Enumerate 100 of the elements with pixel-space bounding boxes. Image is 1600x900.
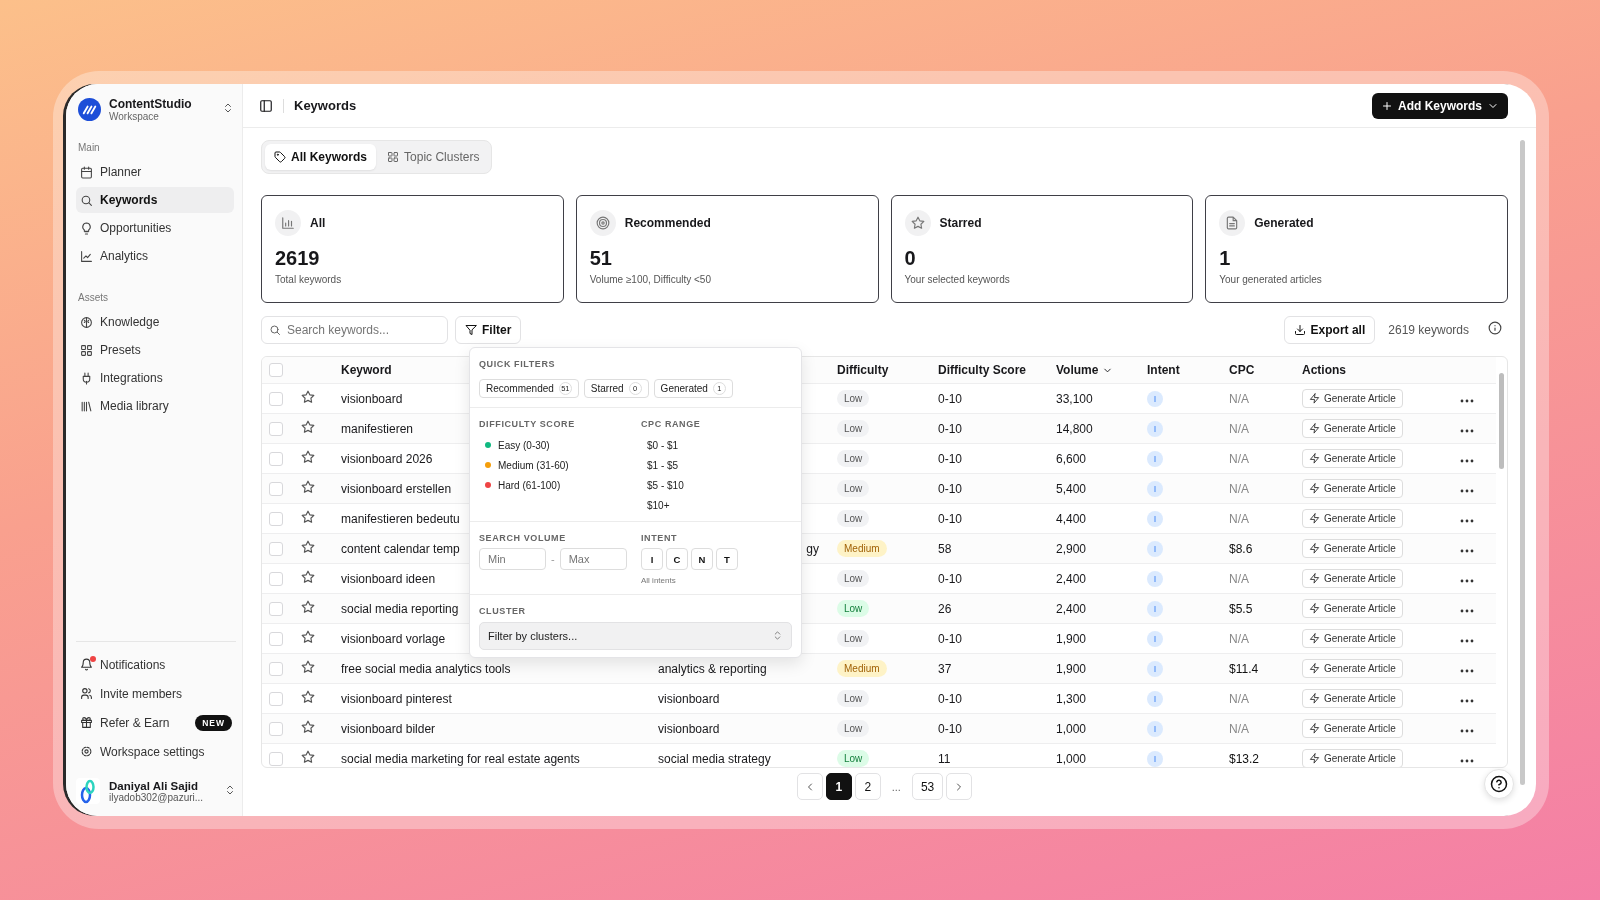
cpc-option[interactable]: $5 - $10 (641, 478, 792, 492)
volume-cell: 2,400 (1056, 571, 1087, 586)
star-icon[interactable] (301, 660, 315, 674)
generate-article-button[interactable]: Generate Article (1302, 749, 1403, 767)
sidebar-item[interactable]: Opportunities (76, 215, 234, 241)
generate-article-button[interactable]: Generate Article (1302, 419, 1403, 438)
generate-article-button[interactable]: Generate Article (1302, 479, 1403, 498)
max-field[interactable]: Max (559, 548, 627, 570)
more-icon[interactable] (1460, 398, 1474, 403)
more-icon[interactable] (1460, 428, 1474, 433)
checkbox[interactable] (269, 691, 283, 706)
checkbox[interactable] (269, 721, 283, 736)
sidebar-item[interactable]: Planner (76, 159, 234, 185)
add-keywords-button[interactable]: Add Keywords (1372, 92, 1508, 119)
more-icon[interactable] (1460, 608, 1474, 613)
tab[interactable]: All Keywords (265, 144, 377, 170)
grid-icon (387, 151, 400, 163)
more-icon[interactable] (1460, 518, 1474, 523)
checkbox[interactable] (269, 421, 283, 436)
page-button[interactable]: 53 (911, 773, 944, 800)
intent-toggle[interactable]: T (716, 548, 738, 570)
cluster-select[interactable]: Filter by clusters... (479, 622, 792, 650)
star-icon[interactable] (301, 450, 315, 464)
checkbox[interactable] (269, 601, 283, 616)
star-icon[interactable] (301, 600, 315, 614)
column-header[interactable]: Volume (1056, 363, 1114, 377)
checkbox[interactable] (269, 451, 283, 466)
search-field[interactable]: Search keywords... (261, 316, 448, 344)
sidebar-item[interactable]: Media library (76, 393, 234, 419)
more-icon[interactable] (1460, 488, 1474, 493)
filter-button[interactable]: Filter (455, 316, 522, 344)
star-icon[interactable] (301, 690, 315, 704)
sidebar-item[interactable]: Keywords (76, 187, 234, 213)
tab[interactable]: Topic Clusters (378, 144, 489, 170)
page-button[interactable]: 1 (825, 773, 852, 800)
intent-toggle[interactable]: I (641, 548, 663, 570)
checkbox[interactable] (269, 511, 283, 526)
cpc-option[interactable]: $10+ (641, 498, 792, 512)
generate-article-button[interactable]: Generate Article (1302, 569, 1403, 588)
more-icon[interactable] (1460, 548, 1474, 553)
scrollbar-thumb[interactable] (1499, 373, 1504, 469)
checkbox[interactable] (269, 481, 283, 496)
export-button[interactable]: Export all (1283, 316, 1376, 344)
generate-article-button[interactable]: Generate Article (1302, 509, 1403, 528)
more-icon[interactable] (1460, 578, 1474, 583)
star-icon[interactable] (301, 570, 315, 584)
generate-article-button[interactable]: Generate Article (1302, 599, 1403, 618)
more-icon[interactable] (1460, 698, 1474, 703)
star-icon[interactable] (301, 750, 315, 764)
checkbox[interactable] (269, 751, 283, 766)
stat-caption: Volume ≥100, Difficulty <50 (589, 274, 712, 285)
intent-toggle[interactable]: C (666, 548, 688, 570)
help-button[interactable] (1484, 769, 1514, 799)
generate-article-button[interactable]: Generate Article (1302, 719, 1403, 738)
sidebar-item[interactable]: Analytics (76, 243, 234, 269)
more-icon[interactable] (1460, 668, 1474, 673)
sidebar-item[interactable]: Integrations (76, 365, 234, 391)
difficulty-badge: Medium (837, 660, 887, 677)
sidebar-item[interactable]: Invite members (76, 679, 236, 708)
checkbox[interactable] (269, 661, 283, 676)
more-icon[interactable] (1460, 728, 1474, 733)
sidebar-item[interactable]: Refer & Earn NEW (76, 708, 236, 737)
checkbox[interactable] (269, 391, 283, 406)
generate-article-button[interactable]: Generate Article (1302, 389, 1403, 408)
star-icon[interactable] (301, 720, 315, 734)
sidebar-item[interactable]: Knowledge (76, 309, 234, 335)
star-icon[interactable] (301, 420, 315, 434)
sidebar-item[interactable]: Workspace settings (76, 737, 236, 766)
sidebar-item[interactable]: Presets (76, 337, 234, 363)
checkbox[interactable] (269, 541, 283, 556)
generate-article-button[interactable]: Generate Article (1302, 449, 1403, 468)
difficulty-option[interactable]: Medium (31-60) (479, 458, 641, 472)
more-icon[interactable] (1460, 638, 1474, 643)
star-icon[interactable] (301, 510, 315, 524)
min-field[interactable]: Min (479, 548, 546, 570)
difficulty-option[interactable]: Easy (0-30) (479, 438, 641, 452)
workspace-name: ContentStudio (109, 96, 193, 111)
sidebar-item[interactable]: Notifications (76, 650, 236, 679)
more-icon[interactable] (1460, 458, 1474, 463)
volume-cell: 6,600 (1056, 451, 1087, 466)
checkbox[interactable] (269, 571, 283, 586)
checkbox[interactable] (269, 363, 283, 377)
generate-article-button[interactable]: Generate Article (1302, 629, 1403, 648)
page-button[interactable]: 2 (854, 773, 881, 800)
generate-article-button[interactable]: Generate Article (1302, 689, 1403, 708)
difficulty-badge: Low (837, 510, 870, 527)
scrollbar-thumb[interactable] (1519, 140, 1525, 785)
more-icon[interactable] (1460, 758, 1474, 763)
star-icon[interactable] (301, 630, 315, 644)
generate-article-button[interactable]: Generate Article (1302, 659, 1403, 678)
option-label: Easy (0-30) (498, 439, 550, 451)
star-icon[interactable] (301, 480, 315, 494)
difficulty-option[interactable]: Hard (61-100) (479, 478, 641, 492)
intent-toggle[interactable]: N (691, 548, 713, 570)
cpc-option[interactable]: $0 - $1 (641, 438, 792, 452)
star-icon[interactable] (301, 390, 315, 404)
cpc-option[interactable]: $1 - $5 (641, 458, 792, 472)
generate-article-button[interactable]: Generate Article (1302, 539, 1403, 558)
star-icon[interactable] (301, 540, 315, 554)
checkbox[interactable] (269, 631, 283, 646)
